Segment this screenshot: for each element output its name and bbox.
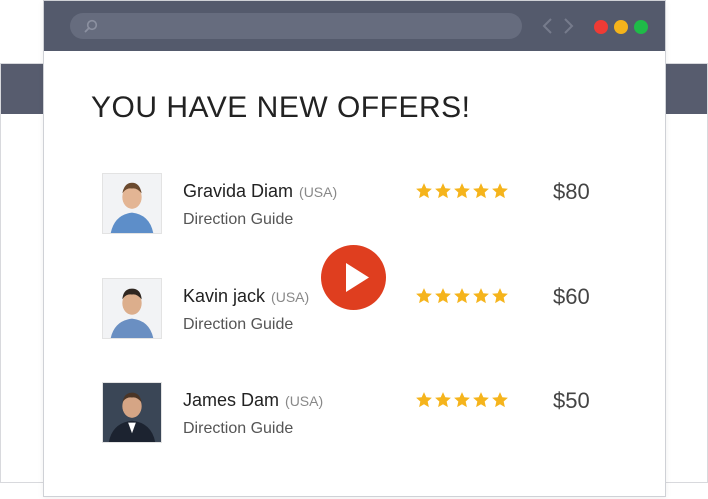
offer-name: James Dam (USA): [183, 390, 324, 410]
star-icon: [473, 392, 489, 408]
page-title: YOU HAVE NEW OFFERS!: [91, 91, 471, 124]
star-icon: [454, 392, 470, 408]
offer-role: Direction Guide: [183, 420, 294, 437]
rating-stars: [415, 391, 509, 409]
play-icon: [346, 263, 369, 292]
star-icon: [473, 183, 489, 199]
offer-row[interactable]: Gravida Diam (USA) Direction Guide $80: [102, 173, 622, 243]
chevron-right-icon[interactable]: [561, 15, 575, 37]
star-icon: [473, 288, 489, 304]
avatar: [102, 278, 162, 339]
star-icon: [492, 183, 508, 199]
offer-price: $50: [553, 388, 590, 413]
avatar: [102, 173, 162, 234]
rating-stars: [415, 182, 509, 200]
offer-row[interactable]: James Dam (USA) Direction Guide $50: [102, 382, 622, 452]
chevron-left-icon[interactable]: [541, 15, 555, 37]
address-bar[interactable]: [70, 13, 522, 39]
play-button[interactable]: [321, 245, 386, 310]
offer-name: Kavin jack (USA): [183, 286, 310, 306]
offer-role: Direction Guide: [183, 316, 294, 333]
minimize-button[interactable]: [614, 20, 628, 34]
maximize-button[interactable]: [634, 20, 648, 34]
close-button[interactable]: [594, 20, 608, 34]
window-controls: [594, 20, 648, 34]
search-icon: [84, 19, 98, 33]
rating-stars: [415, 287, 509, 305]
star-icon: [416, 392, 432, 408]
star-icon: [416, 288, 432, 304]
star-icon: [492, 392, 508, 408]
star-icon: [454, 183, 470, 199]
offer-name: Gravida Diam (USA): [183, 181, 338, 201]
star-icon: [435, 288, 451, 304]
avatar: [102, 382, 162, 443]
offer-price: $60: [553, 284, 590, 309]
offer-price: $80: [553, 179, 590, 204]
star-icon: [454, 288, 470, 304]
offer-role: Direction Guide: [183, 211, 294, 228]
star-icon: [435, 392, 451, 408]
browser-titlebar: [44, 1, 665, 51]
star-icon: [492, 288, 508, 304]
navigation-arrows: [541, 15, 575, 37]
star-icon: [416, 183, 432, 199]
star-icon: [435, 183, 451, 199]
